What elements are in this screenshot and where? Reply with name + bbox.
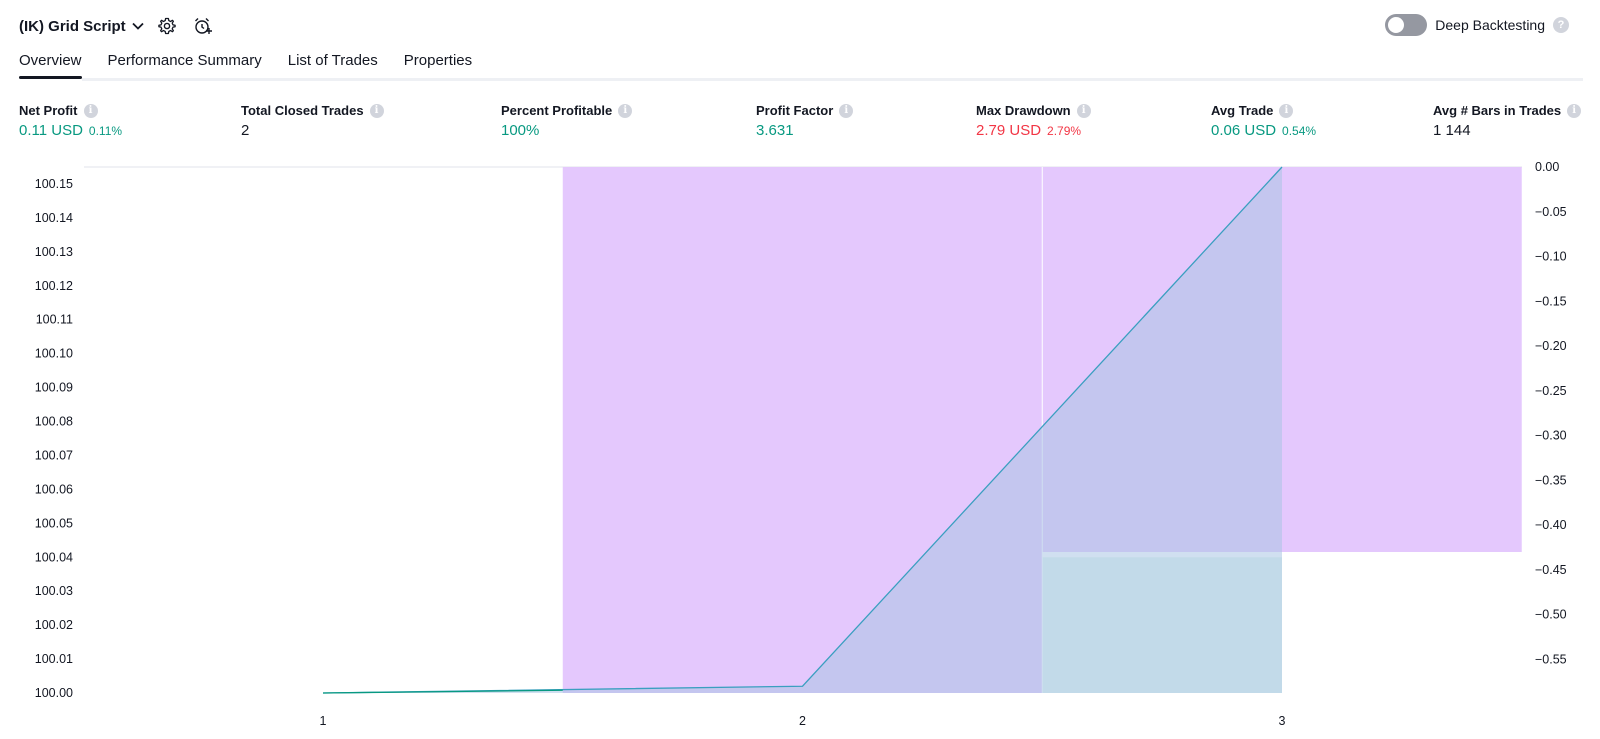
left-axis-tick: 100.15 [35, 177, 73, 191]
stat-label: Percent Profitable [501, 103, 613, 118]
right-axis-tick: −0.35 [1535, 473, 1567, 487]
left-axis-tick: 100.14 [35, 211, 73, 225]
stat-label: Avg Trade [1211, 103, 1274, 118]
x-axis-tick: 3 [1279, 714, 1286, 728]
right-axis-tick: −0.15 [1535, 294, 1567, 308]
stat-value: 2.79 USD [976, 122, 1042, 139]
stat-avg-trade: Avg Trade i 0.06 USD 0.54% [1211, 103, 1316, 139]
strategy-title: (IK) Grid Script [19, 17, 126, 35]
deep-backtesting: Deep Backtesting ? [1385, 14, 1569, 36]
stat-max-drawdown: Max Drawdown i 2.79 USD 2.79% [976, 103, 1091, 139]
stats-row: Net Profit i 0.11 USD 0.11% Total Closed T… [0, 103, 1600, 143]
stat-profit-factor: Profit Factor i 3.631 [756, 103, 854, 139]
add-alert-button[interactable] [190, 13, 216, 39]
tab-list-of-trades[interactable]: List of Trades [288, 52, 378, 79]
right-axis-tick: −0.25 [1535, 384, 1567, 398]
right-axis-tick: −0.10 [1535, 250, 1567, 264]
stat-net-profit: Net Profit i 0.11 USD 0.11% [19, 103, 122, 139]
stat-label: Max Drawdown [976, 103, 1071, 118]
x-axis-tick: 2 [799, 714, 806, 728]
right-axis-tick: −0.55 [1535, 652, 1567, 666]
stat-label: Net Profit [19, 103, 78, 118]
stat-percent: 2.79% [1047, 124, 1082, 138]
right-axis-tick: 0.00 [1535, 160, 1559, 174]
tab-properties[interactable]: Properties [404, 52, 472, 79]
stat-value: 2 [241, 122, 250, 139]
left-axis-tick: 100.08 [35, 415, 73, 429]
right-axis-tick: −0.45 [1535, 563, 1567, 577]
stat-label: Avg # Bars in Trades [1433, 103, 1562, 118]
left-axis-tick: 100.09 [35, 381, 73, 395]
left-axis-tick: 100.07 [35, 448, 73, 462]
strategy-header: (IK) Grid Script [19, 12, 216, 40]
stat-value: 0.06 USD [1211, 122, 1277, 139]
gear-icon [157, 17, 176, 35]
info-icon[interactable]: i [1567, 103, 1582, 118]
tab-overview[interactable]: Overview [19, 52, 82, 79]
equity-chart: 100.15 100.14 100.13 100.12 100.11 100.10 100.… [35, 160, 1567, 728]
left-axis-tick: 100.03 [35, 584, 73, 598]
info-icon[interactable]: i [839, 103, 854, 118]
x-axis-tick: 1 [320, 714, 327, 728]
left-axis-tick: 100.12 [35, 279, 73, 293]
info-icon[interactable]: i [618, 103, 633, 118]
settings-button[interactable] [154, 13, 180, 39]
deep-backtesting-toggle[interactable] [1385, 14, 1428, 36]
stat-avg-bars-in-trades: Avg # Bars in Trades i 1 144 [1433, 103, 1582, 139]
info-icon[interactable]: i [369, 103, 384, 118]
right-axis-tick: −0.20 [1535, 339, 1567, 353]
stat-total-closed-trades: Total Closed Trades i 2 [241, 103, 384, 139]
left-axis-tick: 100.11 [36, 313, 73, 327]
left-axis-tick: 100.13 [35, 245, 73, 259]
tab-performance-summary[interactable]: Performance Summary [108, 52, 262, 79]
left-axis-tick: 100.04 [35, 550, 73, 564]
stat-label: Total Closed Trades [241, 103, 364, 118]
right-axis-tick: −0.40 [1535, 518, 1567, 532]
alarm-clock-plus-icon [194, 18, 212, 34]
stat-percent: 0.11% [88, 124, 123, 138]
right-axis-tick: −0.05 [1535, 205, 1567, 219]
report-tabs: Overview Performance Summary List of Tra… [19, 52, 472, 79]
left-axis-tick: 100.02 [35, 618, 73, 632]
tabs-divider [82, 78, 1583, 81]
left-axis-tick: 100.06 [35, 482, 73, 496]
stat-percent-profitable: Percent Profitable i 100% [501, 103, 633, 139]
info-icon[interactable]: i [83, 103, 98, 118]
strategy-selector[interactable]: (IK) Grid Script [19, 18, 144, 35]
chevron-down-icon [132, 22, 144, 30]
deep-backtesting-label: Deep Backtesting [1435, 17, 1545, 33]
stat-value: 0.11 USD [19, 122, 83, 139]
left-axis-tick: 100.05 [35, 516, 73, 530]
left-axis-tick: 100.01 [35, 652, 73, 666]
stat-label: Profit Factor [756, 103, 834, 118]
help-icon[interactable]: ? [1553, 17, 1569, 33]
info-icon[interactable]: i [1076, 103, 1091, 118]
right-axis-tick: −0.30 [1535, 429, 1567, 443]
stat-percent: 0.54% [1282, 124, 1317, 138]
right-axis-tick: −0.50 [1535, 608, 1567, 622]
stat-value: 100% [501, 122, 540, 139]
stat-value: 1 144 [1433, 122, 1471, 139]
left-axis-tick: 100.00 [35, 686, 73, 700]
left-axis-tick: 100.10 [35, 347, 73, 361]
info-icon[interactable]: i [1279, 103, 1294, 118]
stat-value: 3.631 [756, 122, 794, 139]
